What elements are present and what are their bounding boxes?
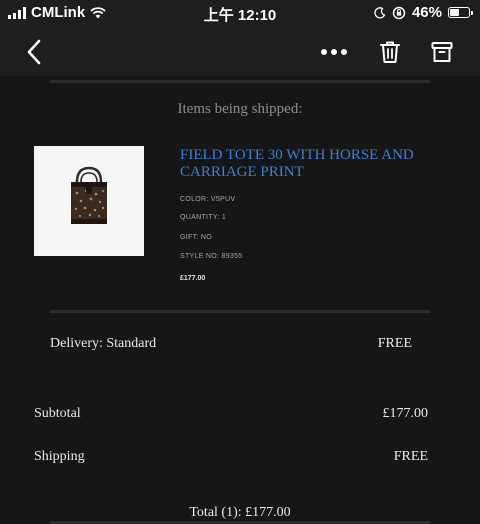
delete-button[interactable] [374,36,406,68]
product-quantity: QUANTITY: 1 [180,214,227,221]
battery-level [450,9,460,16]
subtotal-value: £177.00 [382,406,429,421]
order-total: Total (1): £177.00 [189,505,291,520]
back-arrow-icon [27,39,41,65]
tote-bag-image [34,146,144,256]
more-button[interactable] [318,36,350,68]
signal-icon [8,6,26,19]
product-style-no: STYLE NO: 89355 [180,253,243,260]
shipping-label: Shipping [34,449,85,464]
wifi-icon [90,6,106,18]
status-right: 46% [374,4,473,21]
product-image[interactable] [34,146,144,256]
status-bar: CMLink 上午 12:10 46% [0,0,480,26]
moon-icon [374,6,386,18]
items-shipped-heading: Items being shipped: [177,101,303,117]
product-gift: GIFT: NO [180,234,212,241]
archive-button[interactable] [426,36,458,68]
mail-toolbar [0,26,480,76]
rotation-lock-icon [392,6,406,19]
shipping-value: FREE [393,449,428,464]
battery-icon [448,7,473,18]
status-left: CMLink [8,4,106,21]
top-divider [50,80,430,83]
carrier-name: CMLink [31,4,86,21]
more-icon [321,49,347,55]
product-name-link[interactable]: FIELD TOTE 30 WITH HORSE AND CARRIAGE PR… [180,147,420,181]
product-color: COLOR: V5PUV [180,196,236,203]
archive-icon [431,42,453,62]
product-price: £177.00 [180,275,206,282]
trash-icon [380,41,400,63]
battery-percent: 46% [411,4,442,21]
subtotal-label: Subtotal [34,406,81,421]
delivery-value: FREE [377,336,412,351]
back-button[interactable] [18,36,50,68]
middle-divider [50,310,430,313]
delivery-label: Delivery: Standard [50,336,157,351]
